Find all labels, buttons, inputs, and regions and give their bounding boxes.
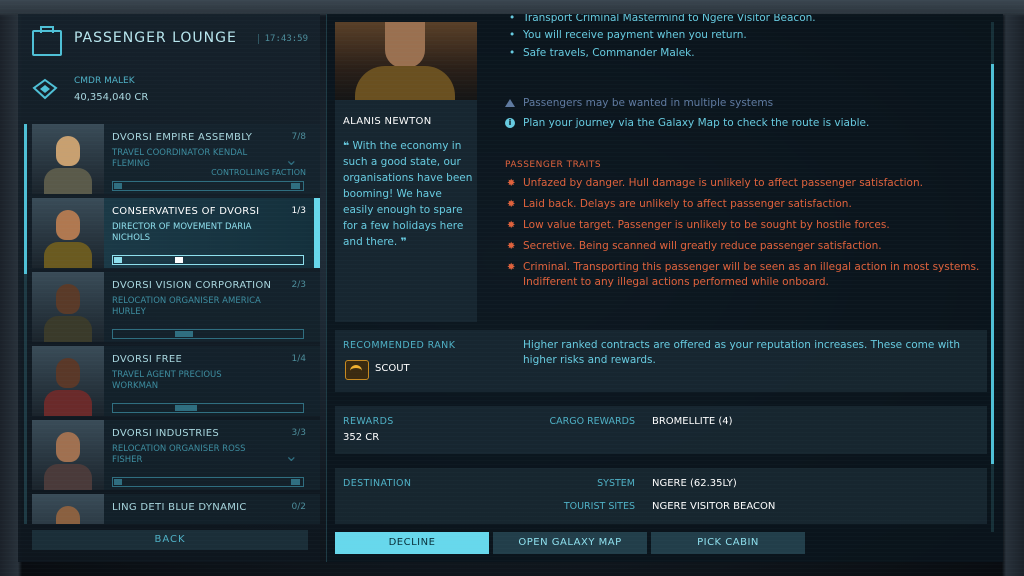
list-item[interactable]: DVORSI VISION CORPORATION 2/3 RELOCATION… bbox=[32, 272, 320, 342]
passenger-portrait bbox=[32, 494, 104, 524]
trait-icon: ✸ bbox=[507, 220, 516, 231]
reputation-bar bbox=[112, 329, 304, 339]
passenger-profile: ALANIS NEWTON ❝ With the economy in such… bbox=[335, 22, 477, 322]
traits-header: PASSENGER TRAITS bbox=[505, 160, 602, 170]
passenger-quote: ❝ With the economy in such a good state,… bbox=[343, 138, 473, 250]
plan-note: i Plan your journey via the Galaxy Map t… bbox=[505, 114, 1003, 132]
passenger-lounge-panel: PASSENGER LOUNGE 17:43:59 CMDR MALEK 40,… bbox=[18, 14, 320, 562]
recommended-rank-box: RECOMMENDED RANK SCOUT Higher ranked con… bbox=[335, 330, 987, 392]
info-icon: i bbox=[505, 118, 515, 128]
cargo-rewards-value: BROMELLITE (4) bbox=[652, 416, 733, 427]
list-item-selected[interactable]: CONSERVATIVES OF DVORSI 1/3 DIRECTOR OF … bbox=[32, 198, 320, 268]
list-item[interactable]: DVORSI FREE 1/4 TRAVEL AGENT PRECIOUS WO… bbox=[32, 346, 320, 416]
passenger-count: 0/2 bbox=[291, 502, 306, 512]
list-item[interactable]: DVORSI INDUSTRIES 3/3 RELOCATION ORGANIS… bbox=[32, 420, 320, 490]
faction-label: CONTROLLING FACTION bbox=[211, 168, 306, 177]
cargo-rewards-label: CARGO REWARDS bbox=[549, 416, 635, 427]
passenger-list: DVORSI EMPIRE ASSEMBLY 7/8 TRAVEL COORDI… bbox=[32, 124, 320, 524]
lounge-title: PASSENGER LOUNGE bbox=[74, 30, 237, 46]
rank-badge-icon bbox=[345, 360, 369, 380]
passenger-group-name: DVORSI EMPIRE ASSEMBLY bbox=[112, 132, 253, 143]
trait-item: ✸ Criminal. Transporting this passenger w… bbox=[507, 261, 980, 288]
reputation-bar bbox=[112, 403, 304, 413]
commander-credits: 40,354,040 CR bbox=[74, 92, 149, 103]
passenger-count: 1/4 bbox=[291, 354, 306, 364]
passenger-contact: RELOCATION ORGANISER AMERICA HURLEY bbox=[112, 296, 261, 317]
trait-icon: ✸ bbox=[507, 241, 516, 252]
passenger-portrait bbox=[32, 346, 104, 416]
list-scroll-thumb[interactable] bbox=[24, 124, 27, 274]
open-galaxy-map-button[interactable]: OPEN GALAXY MAP bbox=[493, 532, 647, 554]
tourist-sites-value: NGERE VISITOR BEACON bbox=[652, 501, 776, 512]
destination-label: DESTINATION bbox=[343, 478, 412, 489]
trait-icon: ✸ bbox=[507, 262, 516, 273]
faction-chevron-icon: ⌄ bbox=[284, 150, 298, 169]
tourist-sites-label: TOURIST SITES bbox=[563, 501, 635, 512]
system-label: SYSTEM bbox=[597, 478, 635, 489]
wanted-note: Passengers may be wanted in multiple sys… bbox=[505, 94, 1003, 112]
passenger-contact: DIRECTOR OF MOVEMENT DARIA NICHOLS bbox=[112, 222, 252, 243]
back-button[interactable]: BACK bbox=[32, 530, 308, 550]
quote-close-icon: ❞ bbox=[400, 236, 407, 248]
quote-text: With the economy in such a good state, o… bbox=[343, 140, 473, 248]
clock: 17:43:59 bbox=[257, 34, 308, 44]
briefcase-icon bbox=[32, 26, 62, 56]
mission-messages: • Transport Criminal Mastermind to Ngere … bbox=[505, 14, 985, 62]
passenger-contact: RELOCATION ORGANISER ROSS FISHER bbox=[112, 444, 246, 465]
trait-icon: ✸ bbox=[507, 178, 516, 189]
passenger-portrait bbox=[32, 272, 104, 342]
rank-label: RECOMMENDED RANK bbox=[343, 340, 456, 351]
reputation-bar bbox=[112, 255, 304, 265]
passenger-portrait bbox=[32, 124, 104, 194]
reputation-bar bbox=[112, 477, 304, 487]
quote-open-icon: ❝ bbox=[343, 140, 350, 152]
decline-button[interactable]: DECLINE bbox=[335, 532, 489, 554]
destination-box: DESTINATION SYSTEM NGERE (62.35LY) TOURI… bbox=[335, 468, 987, 524]
passenger-count: 7/8 bbox=[291, 132, 306, 142]
passenger-portrait bbox=[32, 420, 104, 490]
pick-cabin-button[interactable]: PICK CABIN bbox=[651, 532, 805, 554]
selection-indicator bbox=[314, 198, 320, 268]
trait-icon: ✸ bbox=[507, 199, 516, 210]
passenger-contact: TRAVEL COORDINATOR KENDAL FLEMING bbox=[112, 148, 248, 169]
rank-value: SCOUT bbox=[375, 363, 410, 374]
passenger-traits: ✸ Unfazed by danger. Hull damage is unlik… bbox=[505, 176, 985, 296]
passenger-group-name: DVORSI FREE bbox=[112, 354, 183, 365]
commander-name: CMDR MALEK bbox=[74, 76, 135, 86]
rewards-label: REWARDS bbox=[343, 416, 394, 427]
rank-description: Higher ranked contracts are offered as y… bbox=[523, 339, 960, 366]
list-item[interactable]: DVORSI EMPIRE ASSEMBLY 7/8 TRAVEL COORDI… bbox=[32, 124, 320, 194]
mission-detail-panel: ALANIS NEWTON ❝ With the economy in such… bbox=[326, 14, 1003, 562]
message-line: • You will receive payment when you retur… bbox=[509, 29, 747, 41]
passenger-count: 2/3 bbox=[291, 280, 306, 290]
passenger-group-name: DVORSI VISION CORPORATION bbox=[112, 280, 272, 291]
passenger-group-name: DVORSI INDUSTRIES bbox=[112, 428, 220, 439]
trait-item: ✸ Low value target. Passenger is unlikely… bbox=[507, 219, 890, 231]
faction-chevron-icon: ⌄ bbox=[284, 446, 298, 465]
warning-icon bbox=[505, 99, 515, 107]
elite-rank-icon bbox=[32, 78, 58, 100]
passenger-profile-image bbox=[335, 22, 477, 100]
list-item[interactable]: LING DETI BLUE DYNAMIC 0/2 bbox=[32, 494, 320, 524]
commander-info: CMDR MALEK 40,354,040 CR bbox=[32, 74, 308, 114]
rewards-box: REWARDS 352 CR CARGO REWARDS BROMELLITE … bbox=[335, 406, 987, 454]
passenger-portrait bbox=[32, 198, 104, 268]
passenger-count: 3/3 bbox=[291, 428, 306, 438]
trait-item: ✸ Secretive. Being scanned will greatly r… bbox=[507, 240, 882, 252]
passenger-group-name: CONSERVATIVES OF DVORSI bbox=[112, 206, 260, 217]
passenger-count: 1/3 bbox=[291, 206, 306, 216]
trait-item: ✸ Unfazed by danger. Hull damage is unlik… bbox=[507, 177, 923, 189]
trait-item: ✸ Laid back. Delays are unlikely to affec… bbox=[507, 198, 852, 210]
reward-credits: 352 CR bbox=[343, 432, 380, 443]
lounge-header: PASSENGER LOUNGE 17:43:59 bbox=[32, 24, 308, 66]
system-value: NGERE (62.35LY) bbox=[652, 478, 737, 489]
message-line: • Transport Criminal Mastermind to Ngere … bbox=[509, 14, 816, 24]
passenger-contact: TRAVEL AGENT PRECIOUS WORKMAN bbox=[112, 370, 222, 391]
message-line: • Safe travels, Commander Malek. bbox=[509, 47, 695, 59]
passenger-group-name: LING DETI BLUE DYNAMIC bbox=[112, 502, 247, 513]
action-bar: DECLINE OPEN GALAXY MAP PICK CABIN bbox=[335, 532, 995, 556]
passenger-name: ALANIS NEWTON bbox=[343, 116, 432, 127]
reputation-bar bbox=[112, 181, 304, 191]
